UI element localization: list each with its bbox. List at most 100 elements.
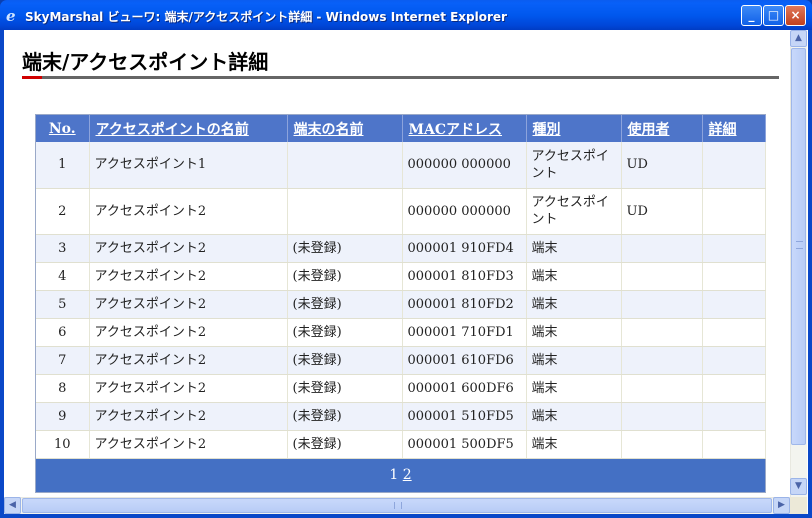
minimize-icon: _ [748,8,755,22]
scroll-down-button[interactable]: ▼ [790,478,807,495]
cell-terminal-name: (未登録) [287,346,403,375]
cell-detail [702,402,766,431]
cell-no: 4 [36,262,90,291]
cell-detail [702,374,766,403]
cell-terminal-name: (未登録) [287,290,403,319]
cell-kind: 端末 [526,290,622,319]
cell-detail [702,318,766,347]
table-row[interactable]: 6 アクセスポイント2 (未登録) 000001 710FD1 端末 [36,318,766,347]
column-header-user: 使用者 [621,115,703,142]
page-link-next[interactable]: 2 [403,467,412,483]
column-header-detail: 詳細 [702,115,766,142]
cell-terminal-name: (未登録) [287,234,403,263]
cell-user [621,262,703,291]
maximize-button[interactable]: □ [763,5,784,26]
cell-ap-name: アクセスポイント2 [89,374,288,403]
sort-link-no[interactable]: No. [49,121,76,137]
cell-mac: 000001 910FD4 [402,234,527,263]
table-row[interactable]: 4 アクセスポイント2 (未登録) 000001 810FD3 端末 [36,262,766,291]
cell-no: 1 [36,142,90,189]
cell-terminal-name: (未登録) [287,318,403,347]
window-frame-right [808,30,812,518]
table-row[interactable]: 5 アクセスポイント2 (未登録) 000001 810FD2 端末 [36,290,766,319]
cell-kind: 端末 [526,318,622,347]
arrow-down-icon: ▼ [795,481,802,491]
minimize-button[interactable]: _ [741,5,762,26]
cell-user [621,430,703,459]
arrow-right-icon: ▶ [778,500,785,510]
cell-terminal-name: (未登録) [287,402,403,431]
cell-mac: 000001 810FD3 [402,262,527,291]
cell-no: 5 [36,290,90,319]
table-row[interactable]: 8 アクセスポイント2 (未登録) 000001 600DF6 端末 [36,374,766,403]
grip-icon [796,241,803,249]
cell-no: 9 [36,402,90,431]
cell-no: 3 [36,234,90,263]
cell-detail [702,262,766,291]
horizontal-scrollbar-thumb[interactable] [22,498,772,513]
page-current: 1 [389,466,399,483]
vertical-scrollbar-thumb[interactable] [791,48,806,445]
cell-user [621,346,703,375]
sort-link-terminal-name[interactable]: 端末の名前 [294,122,364,138]
cell-mac: 000001 610FD6 [402,346,527,375]
scroll-right-button[interactable]: ▶ [773,497,790,514]
cell-no: 8 [36,374,90,403]
page-title: 端末/アクセスポイント詳細 [22,50,269,74]
cell-kind: アクセスポイント [526,188,622,235]
cell-mac: 000001 600DF6 [402,374,527,403]
arrow-up-icon: ▲ [795,33,802,43]
device-table-container: No. アクセスポイントの名前 端末の名前 MACアドレス 種別 使用者 詳細 … [35,114,766,493]
maximize-icon: □ [767,8,780,22]
cell-no: 6 [36,318,90,347]
ie-logo-icon: e [6,7,16,25]
scroll-left-button[interactable]: ◀ [4,497,21,514]
sort-link-ap-name[interactable]: アクセスポイントの名前 [96,122,249,138]
cell-ap-name: アクセスポイント2 [89,318,288,347]
close-icon: × [790,8,801,22]
cell-mac: 000001 510FD5 [402,402,527,431]
cell-user: UD [621,142,703,189]
cell-user [621,290,703,319]
sort-link-mac[interactable]: MACアドレス [409,122,503,138]
close-button[interactable]: × [785,5,806,26]
table-row[interactable]: 3 アクセスポイント2 (未登録) 000001 910FD4 端末 [36,234,766,263]
cell-kind: 端末 [526,234,622,263]
sort-link-kind[interactable]: 種別 [533,122,561,138]
cell-terminal-name: (未登録) [287,262,403,291]
browser-content: 端末/アクセスポイント詳細 No. アクセスポイントの名前 端末の名前 MACア… [4,30,808,514]
column-header-no: No. [36,115,90,142]
cell-detail [702,430,766,459]
cell-ap-name: アクセスポイント2 [89,430,288,459]
cell-user [621,374,703,403]
cell-kind: 端末 [526,346,622,375]
cell-no: 2 [36,188,90,235]
sort-link-user[interactable]: 使用者 [628,122,670,138]
cell-mac: 000001 710FD1 [402,318,527,347]
sort-link-detail[interactable]: 詳細 [709,122,737,138]
table-row[interactable]: 2 アクセスポイント2 000000 000000 アクセスポイント UD [36,188,766,235]
window-title: SkyMarshal ビューワ: 端末/アクセスポイント詳細 - Windows… [25,10,507,24]
table-row[interactable]: 1 アクセスポイント1 000000 000000 アクセスポイント UD [36,142,766,189]
scrollbar-corner [790,497,807,514]
cell-detail [702,234,766,263]
cell-mac: 000000 000000 [402,142,527,189]
table-row[interactable]: 9 アクセスポイント2 (未登録) 000001 510FD5 端末 [36,402,766,431]
cell-kind: 端末 [526,402,622,431]
column-header-ap-name: アクセスポイントの名前 [89,115,288,142]
cell-no: 7 [36,346,90,375]
title-underline [22,76,779,79]
cell-kind: 端末 [526,262,622,291]
scroll-up-button[interactable]: ▲ [790,30,807,47]
table-row[interactable]: 10 アクセスポイント2 (未登録) 000001 500DF5 端末 [36,430,766,459]
cell-ap-name: アクセスポイント2 [89,262,288,291]
title-underline-accent [22,76,42,79]
cell-mac: 000000 000000 [402,188,527,235]
cell-kind: 端末 [526,374,622,403]
table-row[interactable]: 7 アクセスポイント2 (未登録) 000001 610FD6 端末 [36,346,766,375]
column-header-kind: 種別 [526,115,622,142]
cell-mac: 000001 810FD2 [402,290,527,319]
cell-ap-name: アクセスポイント2 [89,346,288,375]
window-titlebar[interactable]: e SkyMarshal ビューワ: 端末/アクセスポイント詳細 - Windo… [0,0,812,30]
column-header-mac: MACアドレス [402,115,527,142]
